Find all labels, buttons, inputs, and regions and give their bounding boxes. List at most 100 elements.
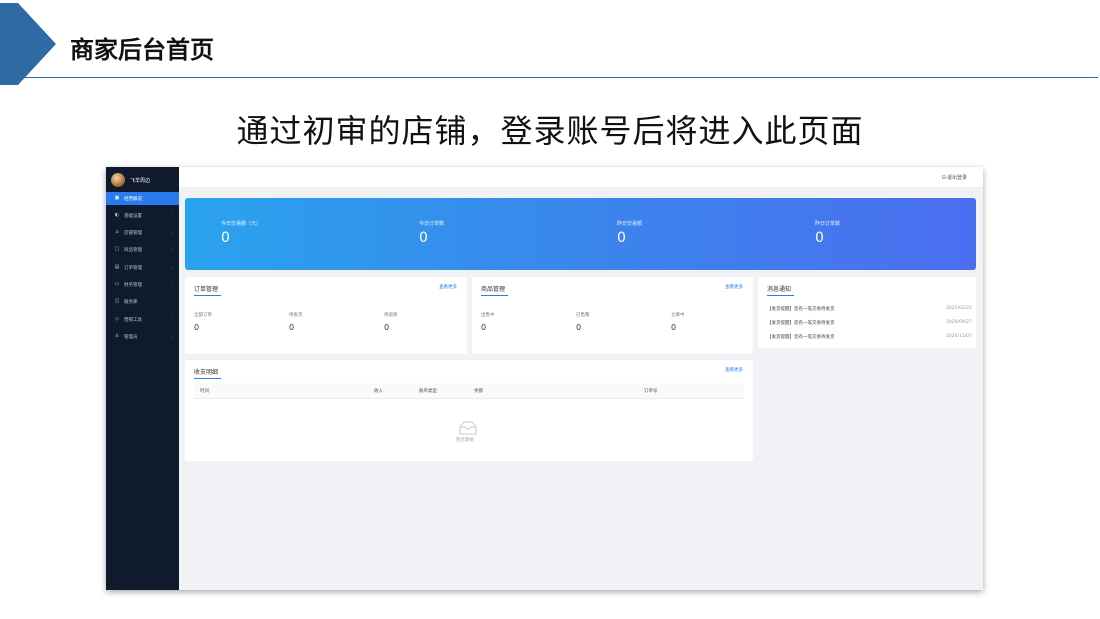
stat-value: 0 — [221, 230, 230, 246]
card-title: 商品管理 — [481, 286, 506, 293]
logout-button[interactable]: ⊟ 退出登录 — [941, 174, 967, 182]
metric-all-orders[interactable]: 全部订单 0 — [194, 312, 212, 332]
stat-label: 今日交易额（元） — [221, 221, 262, 227]
metric-value: 0 — [576, 323, 582, 332]
empty-inbox-icon — [459, 421, 477, 435]
sidebar-item-orders[interactable]: ▤ 订单管理 › — [106, 261, 179, 274]
sidebar: 飞羊周边 ▣ 经营概况 ◐ 基础设置 › ⌂ 店铺管理 › □ 商品管理 › ▤… — [106, 167, 179, 590]
stats-banner: 今日交易额（元） 0 今日订单数 0 昨日交易额 0 昨日订单数 0 — [185, 198, 976, 270]
chevron-right-icon: › — [170, 334, 172, 339]
sidebar-item-label: 服务库 — [124, 299, 138, 305]
message-date: 2020/11/07 — [946, 334, 972, 339]
sidebar-item-label: 店铺管理 — [124, 230, 142, 236]
stat-value: 0 — [617, 230, 626, 246]
finance-icon: ▭ — [114, 281, 120, 287]
metric-in-warehouse[interactable]: 仓库中 0 — [671, 312, 685, 332]
card-title-underline — [194, 378, 221, 379]
stat-yesterday-orders: 昨日订单数 0 — [815, 220, 840, 246]
card-title: 订单管理 — [194, 286, 219, 293]
metric-label: 仓库中 — [671, 313, 685, 318]
slide-arrow-icon — [0, 3, 56, 85]
stat-value: 0 — [419, 230, 428, 246]
stat-yesterday-revenue: 昨日交易额 0 — [617, 220, 642, 246]
column-header: 收入 — [374, 389, 383, 394]
message-item[interactable]: 【发货提醒】您有一笔交易待发货 2021/02/22 — [767, 306, 972, 312]
sidebar-item-label: 营销工具 — [124, 317, 142, 323]
dashboard-icon: ▣ — [114, 195, 120, 201]
metric-label: 待退款 — [384, 313, 398, 318]
stat-label: 昨日订单数 — [815, 221, 841, 227]
metric-label: 已售罄 — [576, 313, 590, 318]
stat-today-revenue: 今日交易额（元） 0 — [221, 220, 261, 246]
column-header: 余额 — [474, 389, 483, 394]
merchant-dashboard-screenshot: 飞羊周边 ▣ 经营概况 ◐ 基础设置 › ⌂ 店铺管理 › □ 商品管理 › ▤… — [106, 167, 983, 590]
chevron-right-icon: › — [170, 282, 172, 287]
avatar — [111, 173, 125, 187]
metric-label: 全部订单 — [194, 313, 212, 318]
sidebar-item-service[interactable]: ◫ 服务库 — [106, 295, 179, 308]
sidebar-item-basic-settings[interactable]: ◐ 基础设置 › — [106, 209, 179, 222]
sidebar-user[interactable]: 飞羊周边 — [111, 171, 179, 189]
sidebar-item-label: 基础设置 — [124, 213, 142, 219]
chevron-right-icon: › — [170, 213, 172, 218]
goods-more-link[interactable]: 查看更多 — [725, 284, 743, 290]
logout-icon: ⊟ — [941, 174, 946, 181]
marketing-icon: ◇ — [115, 316, 119, 322]
ledger-table-header: 时间 收入 账单类型 余额 订单号 — [194, 383, 744, 399]
stat-today-orders: 今日订单数 0 — [419, 220, 444, 246]
sidebar-item-label: 财务管理 — [124, 282, 142, 288]
message-text: 【发货提醒】您有一笔交易待发货 — [767, 307, 835, 312]
orders-card: 订单管理 查看更多 全部订单 0 待发货 0 待退款 0 — [185, 277, 467, 354]
stat-value: 0 — [815, 230, 824, 246]
sidebar-item-label: 管理员 — [124, 334, 138, 340]
card-title-underline — [481, 295, 508, 296]
column-header: 账单类型 — [419, 389, 437, 394]
slide-title: 商家后台首页 — [70, 36, 214, 64]
metric-value: 0 — [671, 323, 677, 332]
ledger-more-link[interactable]: 查看更多 — [725, 367, 743, 373]
chevron-right-icon: › — [170, 265, 172, 270]
stat-label: 昨日交易额 — [617, 221, 643, 227]
metric-value: 0 — [481, 323, 487, 332]
empty-text: 暂无数据 — [456, 438, 474, 443]
metric-label: 待发货 — [289, 313, 303, 318]
chevron-right-icon: › — [170, 317, 172, 322]
card-title: 消息通知 — [767, 286, 792, 293]
sidebar-item-finance[interactable]: ▭ 财务管理 › — [106, 278, 179, 291]
sidebar-item-label: 商品管理 — [124, 247, 142, 253]
ledger-card: 收支明细 查看更多 — [185, 360, 753, 461]
sidebar-item-goods[interactable]: □ 商品管理 › — [106, 243, 179, 256]
metric-on-sale[interactable]: 出售中 0 — [481, 312, 495, 332]
card-title: 收支明细 — [194, 369, 219, 376]
chevron-right-icon: › — [170, 247, 172, 252]
messages-card: 消息通知 【发货提醒】您有一笔交易待发货 2021/02/22 【发货提醒】您有… — [758, 277, 976, 348]
message-item[interactable]: 【发货提醒】您有一笔交易待发货 2020/11/07 — [767, 334, 972, 340]
stat-label: 今日订单数 — [419, 221, 445, 227]
goods-card: 商品管理 查看更多 出售中 0 已售罄 0 仓库中 0 — [472, 277, 753, 354]
column-header: 时间 — [200, 389, 209, 394]
order-icon: ▤ — [114, 264, 120, 270]
sidebar-item-overview[interactable]: ▣ 经营概况 — [106, 192, 179, 205]
orders-more-link[interactable]: 查看更多 — [439, 284, 457, 290]
metric-value: 0 — [289, 323, 295, 332]
sidebar-item-marketing[interactable]: ◇ 营销工具 › — [106, 313, 179, 326]
message-date: 2020/09/27 — [946, 320, 972, 325]
message-text: 【发货提醒】您有一笔交易待发货 — [767, 335, 835, 340]
store-icon: ⌂ — [115, 229, 119, 235]
goods-icon: □ — [114, 246, 120, 252]
metric-value: 0 — [194, 323, 200, 332]
card-title-underline — [767, 295, 794, 296]
user-name: 飞羊周边 — [130, 177, 151, 184]
sidebar-item-label: 经营概况 — [124, 196, 142, 202]
sidebar-item-store[interactable]: ⌂ 店铺管理 › — [106, 226, 179, 239]
card-title-underline — [194, 295, 221, 296]
message-item[interactable]: 【发货提醒】您有一笔交易待发货 2020/09/27 — [767, 320, 972, 326]
metric-sold-out[interactable]: 已售罄 0 — [576, 312, 590, 332]
slide-subtitle: 通过初审的店铺，登录账号后将进入此页面 — [236, 112, 864, 150]
sidebar-item-label: 订单管理 — [124, 265, 142, 271]
metric-pending-refund[interactable]: 待退款 0 — [384, 312, 398, 332]
top-bar: ⊟ 退出登录 — [179, 167, 983, 187]
sidebar-item-admin[interactable]: ♙ 管理员 › — [106, 330, 179, 343]
column-header: 订单号 — [644, 389, 658, 394]
metric-pending-ship[interactable]: 待发货 0 — [289, 312, 303, 332]
